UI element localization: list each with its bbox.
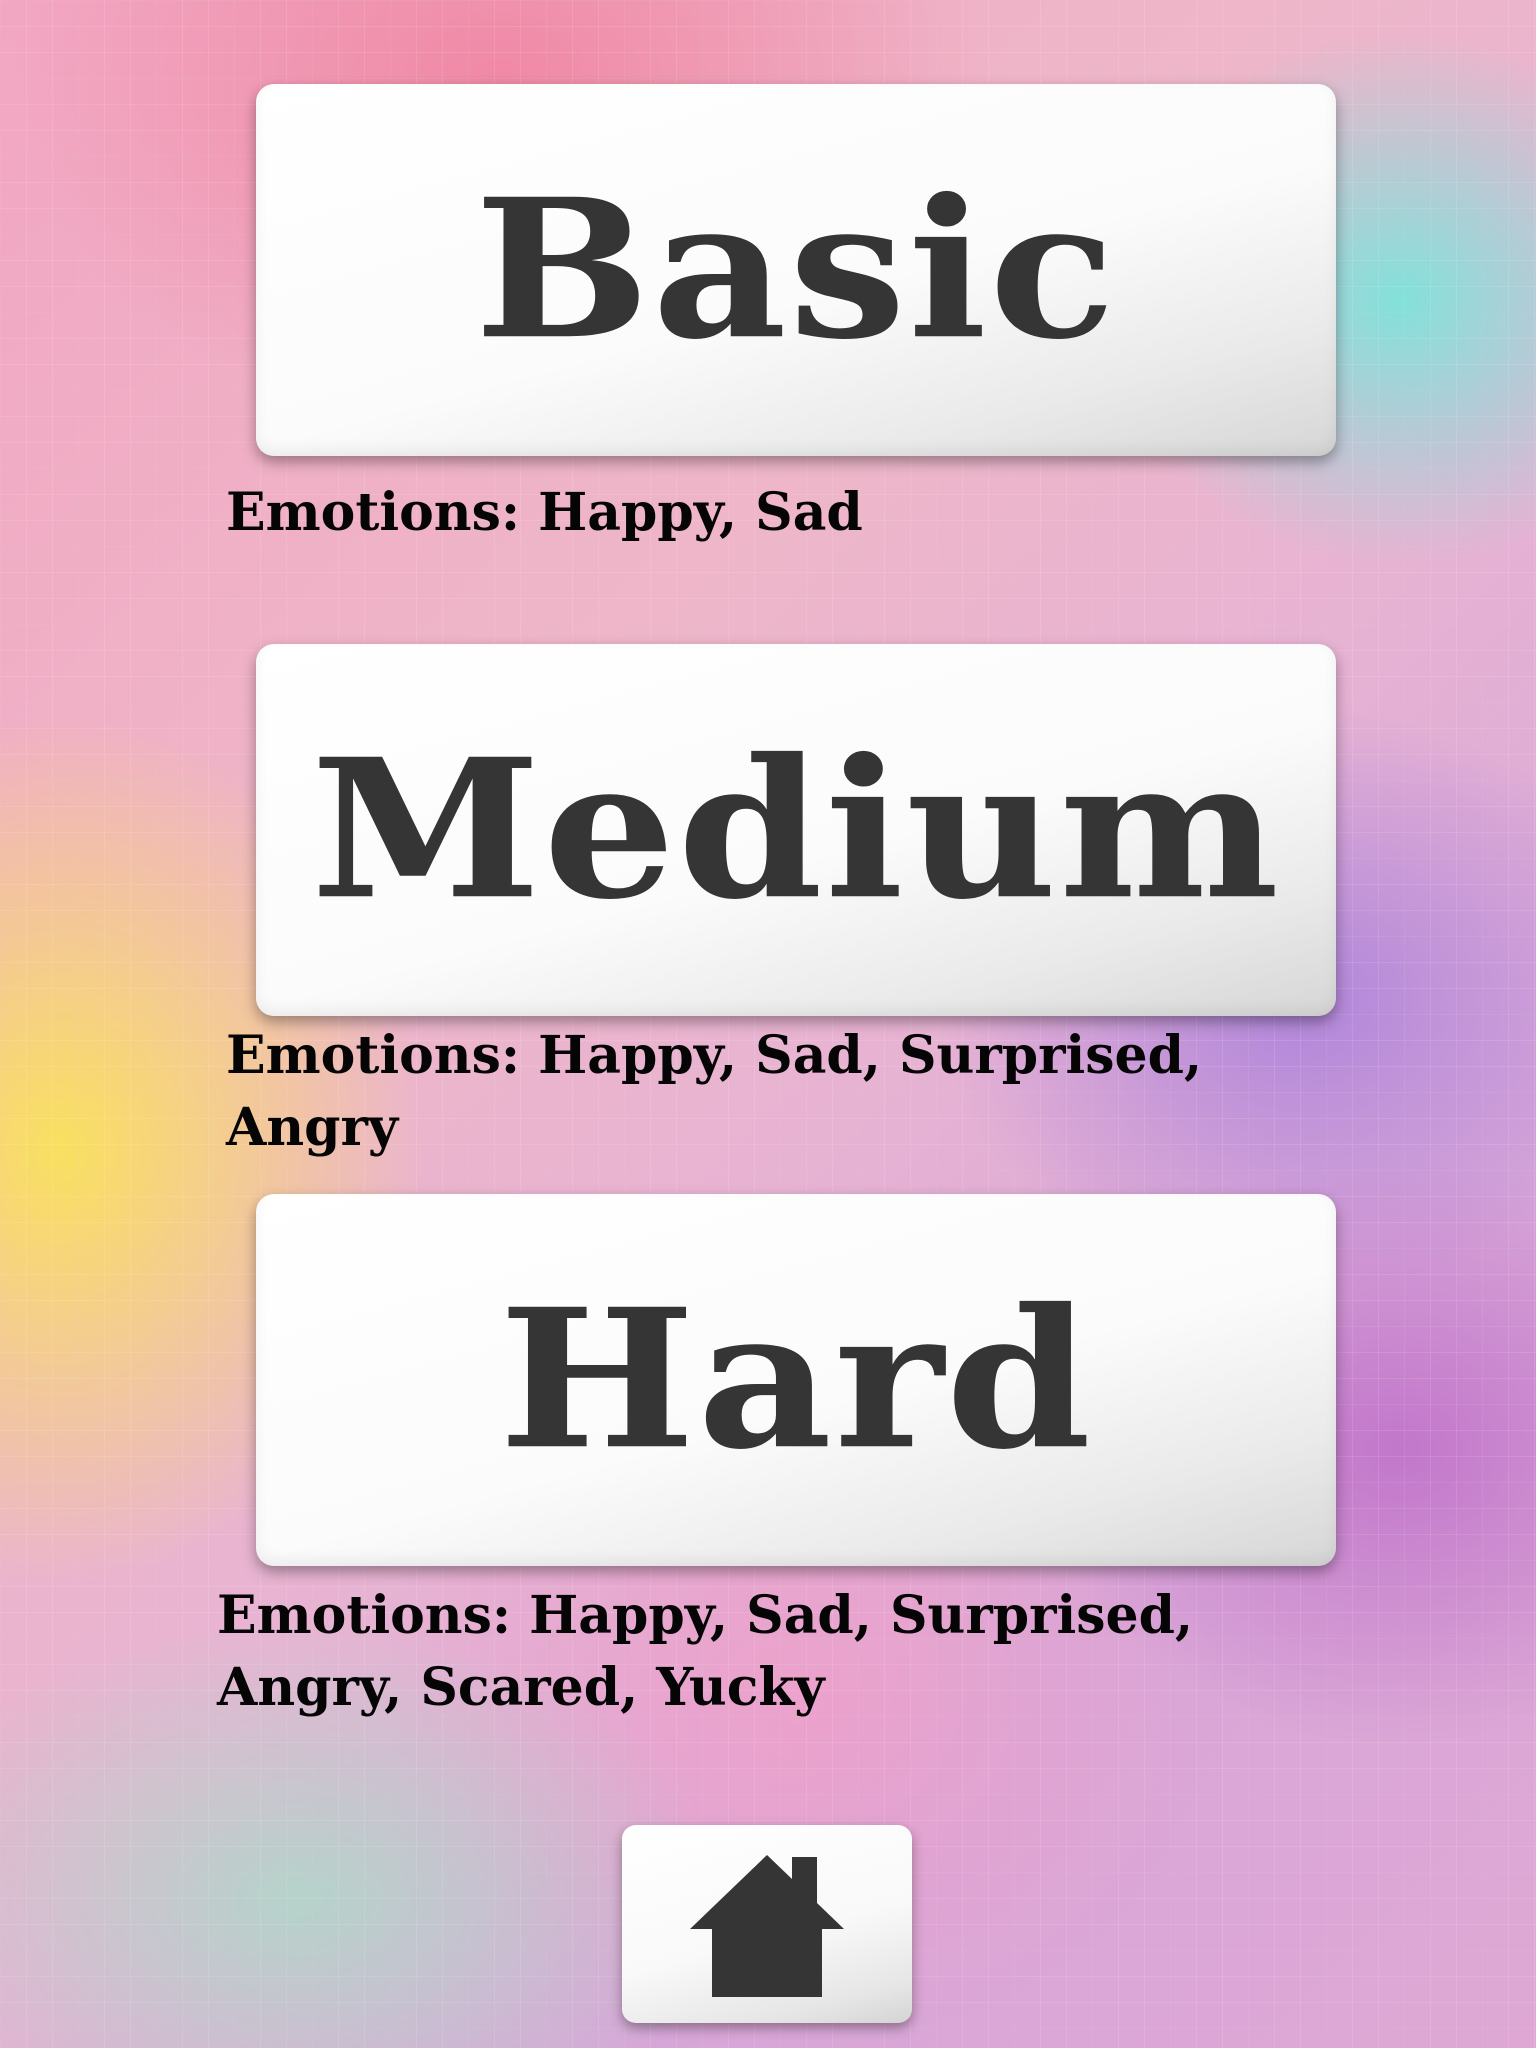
hard-level-label: Hard [498,1267,1094,1493]
medium-emotions-description: Emotions: Happy, Sad, Surprised, Angry [226,1020,1376,1164]
home-button[interactable] [622,1825,912,2023]
basic-level-button[interactable]: Basic [256,84,1336,456]
hard-emotions-description: Emotions: Happy, Sad, Surprised, Angry, … [217,1580,1367,1724]
home-icon [690,1854,844,1997]
medium-level-label: Medium [310,717,1282,943]
medium-emotions-line-1: Emotions: Happy, Sad, Surprised, [226,1025,1203,1086]
hard-level-button[interactable]: Hard [256,1194,1336,1566]
basic-emotions-description: Emotions: Happy, Sad [226,477,1376,549]
medium-emotions-line-2: Angry [226,1097,399,1158]
medium-level-button[interactable]: Medium [256,644,1336,1016]
basic-level-label: Basic [474,157,1118,383]
basic-emotions-line-1: Emotions: Happy, Sad [226,482,863,543]
hard-emotions-line-2: Angry, Scared, Yucky [217,1657,825,1718]
hard-emotions-line-1: Emotions: Happy, Sad, Surprised, [217,1585,1194,1646]
